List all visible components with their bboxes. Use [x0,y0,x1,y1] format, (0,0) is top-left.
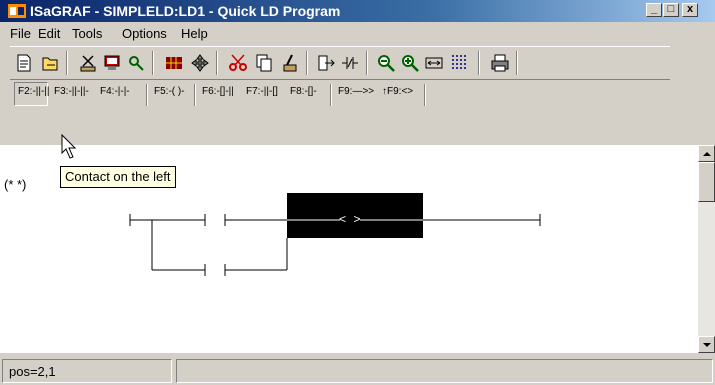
f7-block-right-button[interactable]: F7:-||-[] [246,86,278,97]
fkey-label: F2: [18,86,33,97]
exit-icon[interactable] [316,53,336,73]
close-button[interactable]: x [682,3,698,17]
scroll-up-button[interactable] [698,145,715,162]
shift-f9-return-button[interactable]: ↑F9:<> [382,86,413,97]
maximize-button[interactable]: □ [663,3,679,17]
fkey-symbol: <> [401,86,414,97]
fkey-symbol: -||-[] [260,86,278,97]
fkey-symbol: -[]- [304,86,317,97]
find-icon[interactable] [126,53,146,73]
menu-options[interactable]: Options [122,26,167,41]
fkey-label: F3: [54,86,69,97]
fkey-label: F4: [100,86,115,97]
f4-parallel-contact-button[interactable]: F4:-|-|- [100,86,130,97]
zoom-in-icon[interactable] [400,53,420,73]
fkey-symbol: -[]-|| [216,86,234,97]
fkey-symbol: -||-||- [68,86,89,97]
arrow-down-icon [703,343,711,347]
f3-contact-right-button[interactable]: F3:-||-||- [54,86,89,97]
dots-grid-icon[interactable] [450,53,470,73]
menu-file[interactable]: File [10,26,31,41]
fkey-label: F7: [246,86,261,97]
ld-comment: (* *) [4,177,27,192]
contact-icon[interactable] [340,53,360,73]
main-toolbar [10,46,670,80]
f8-parallel-block-button[interactable]: F8:-[]- [290,86,317,97]
status-position-cell: pos=2,1 [2,359,172,383]
status-position: pos=2,1 [9,364,56,379]
mouse-cursor-icon [61,133,77,159]
monitor-icon[interactable] [102,53,122,73]
fkey-symbol: —>> [352,86,375,97]
vertical-scrollbar[interactable] [698,145,715,353]
scroll-down-button[interactable] [698,336,715,353]
coil-symbol: < > [339,213,361,227]
copy-icon[interactable] [254,53,274,73]
fkey-label: F9: [338,86,353,97]
f6-block-left-button[interactable]: F6:-[]-|| [202,86,234,97]
isagraf-logo-icon [8,4,26,18]
ld-editor-canvas[interactable]: < > (* *) Contact on the left [0,145,698,353]
scissors-icon[interactable] [228,53,248,73]
f5-coil-button[interactable]: F5:-( )- [154,86,185,97]
status-bar: pos=2,1 [0,355,715,385]
fkey-symbol: -||-|| [32,86,50,97]
menu-tools[interactable]: Tools [72,26,102,41]
ld-symbol-toolbar: F2:-||-|| F3:-||-||- F4:-|-|- F5:-( )- F… [14,82,674,108]
cut-icon[interactable] [78,53,98,73]
tooltip: Contact on the left [60,166,176,188]
fkey-symbol: -|-|- [114,86,130,97]
new-document-icon[interactable] [14,53,34,73]
minimize-button[interactable]: _ [646,3,662,17]
grid-icon[interactable] [164,53,184,73]
menu-bar: File Edit Tools Options Help [0,22,715,44]
fkey-symbol: -( )- [168,86,185,97]
zoom-out-icon[interactable] [376,53,396,73]
f2-contact-left-button[interactable]: F2:-||-|| [18,86,50,97]
title-bar: ISaGRAF - SIMPLELD:LD1 - Quick LD Progra… [0,0,715,22]
f9-jump-button[interactable]: F9:—>> [338,86,374,97]
window-title: ISaGRAF - SIMPLELD:LD1 - Quick LD Progra… [30,3,341,19]
fkey-label: ↑F9: [382,86,402,97]
move-icon[interactable] [190,53,210,73]
fkey-label: F8: [290,86,305,97]
fit-icon[interactable] [424,53,444,73]
print-icon[interactable] [490,53,510,73]
open-icon[interactable] [40,53,60,73]
paste-icon[interactable] [280,53,300,73]
status-message-cell [176,359,713,383]
menu-help[interactable]: Help [181,26,208,41]
arrow-up-icon [703,152,711,156]
menu-edit[interactable]: Edit [38,26,60,41]
scroll-thumb[interactable] [698,162,715,202]
fkey-label: F6: [202,86,217,97]
fkey-label: F5: [154,86,169,97]
